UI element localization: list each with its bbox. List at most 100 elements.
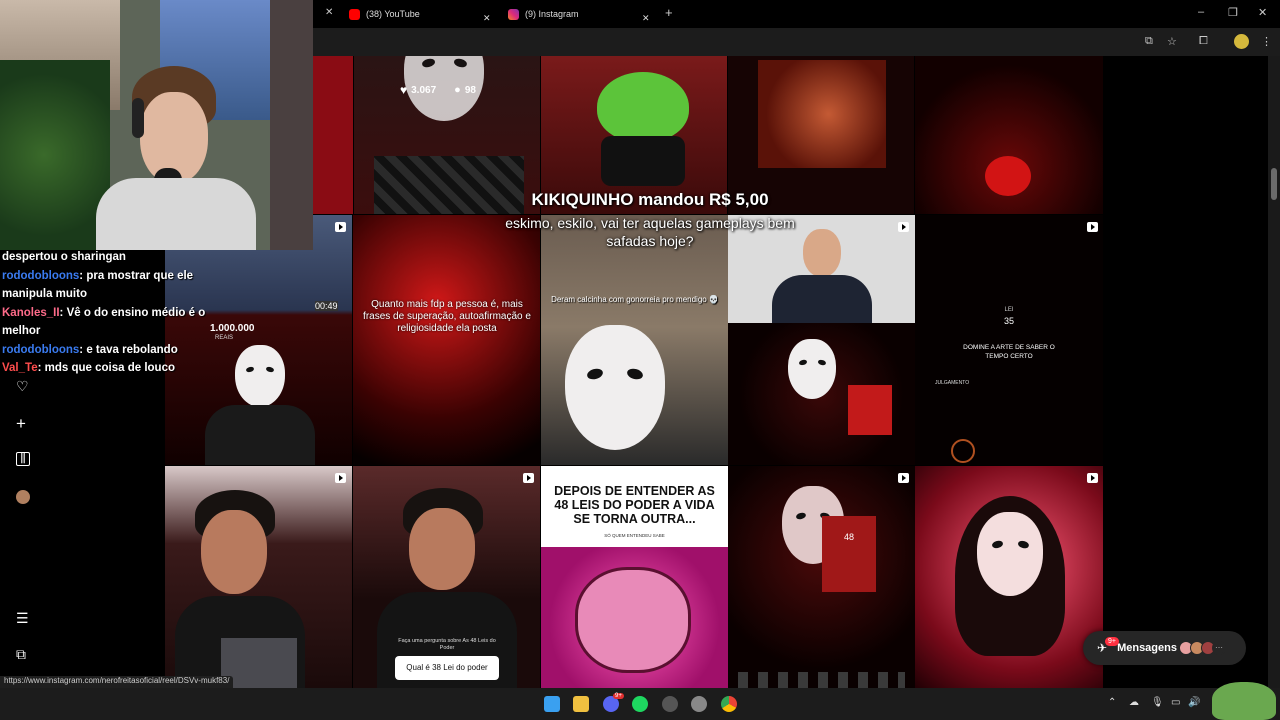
chat-message: Val_Te: mds que coisa de louco [2, 362, 175, 374]
donation-message: eskimo, eskilo, vai ter aquelas gameplay… [505, 215, 795, 249]
messages-button[interactable]: ✈ 9+ Mensagens ⋯ [1083, 631, 1246, 665]
donation-alert: KIKIQUINHO mandou R$ 5,00 eskimo, eskilo… [500, 190, 800, 250]
streamer-webcam [0, 0, 313, 250]
new-tab-button[interactable]: + [665, 5, 673, 20]
notifications-heart-icon[interactable]: ♡ [16, 378, 29, 395]
man-face [409, 508, 475, 590]
headline-text: DEPOIS DE ENTENDER AS 48 LEIS DO PODER A… [554, 484, 715, 526]
grid-post[interactable] [915, 56, 1103, 214]
tab-instagram[interactable]: (9) Instagram [508, 4, 579, 24]
close-tab-icon[interactable]: ✕ [325, 7, 333, 18]
heart-icon: ♥ [400, 83, 408, 97]
time-label: 00:49 [315, 301, 338, 311]
close-window-button[interactable]: ✕ [1258, 6, 1267, 19]
clock-image [951, 439, 975, 463]
more-menu-icon[interactable]: ☰ [16, 610, 29, 627]
grid-post[interactable] [728, 215, 915, 465]
windows-taskbar: 9+ ⌃ ☁ 🎙 ▭ 🔊 [0, 688, 1280, 720]
pepe-body [601, 136, 685, 186]
pig-image [541, 547, 728, 688]
chat-text: mds que coisa de louco [44, 362, 175, 374]
chat-text: despertou o sharingan [2, 251, 126, 263]
grid-post[interactable]: LEI 35 DOMINE A ARTE DE SABER O TEMPO CE… [915, 215, 1103, 465]
meme-caption: Deram calcinha com gonorreia pro mendigo… [551, 295, 719, 304]
grid-post[interactable] [165, 466, 352, 688]
tab-youtube-label: (38) YouTube [366, 9, 420, 19]
close-instagram-tab-icon[interactable]: ✕ [642, 8, 650, 28]
question-prompt: Faça uma pergunta sobre As 48 Leis do Po… [398, 638, 496, 651]
chat-message: Kanoles_II: Vê o do ensino médio é o mel… [2, 306, 206, 338]
reel-icon [1087, 222, 1098, 232]
grid-post[interactable]: Deram calcinha com gonorreia pro mendigo… [541, 215, 728, 465]
also-from-meta-icon[interactable]: ⧉ [16, 646, 26, 663]
grid-post[interactable]: 48 [728, 466, 915, 688]
chess-pieces [738, 672, 905, 688]
chat-text: e tava rebolando [86, 343, 178, 356]
chrome-icon[interactable] [721, 696, 737, 712]
browser-menu-icon[interactable]: ⋮ [1261, 35, 1272, 48]
wolf-image [758, 60, 886, 168]
discord-badge: 9+ [613, 693, 624, 699]
file-explorer-icon[interactable] [573, 696, 589, 712]
grid-post[interactable] [313, 56, 353, 214]
person-body [205, 405, 315, 465]
mask-image [977, 512, 1043, 596]
scrollbar-thumb[interactable] [1271, 168, 1277, 200]
install-app-icon[interactable]: ⧉ [1145, 35, 1153, 48]
man-face [803, 229, 841, 277]
book-image: 48 [822, 516, 876, 592]
windows-start-icon[interactable] [544, 696, 560, 712]
streamer-shirt [96, 178, 256, 250]
page-scrollbar[interactable] [1268, 56, 1280, 688]
plant-image [0, 60, 110, 250]
extensions-icon[interactable]: ⧠ [1199, 35, 1208, 48]
post-stats: ♥ 3.067 ● 98 [400, 83, 476, 97]
volume-icon[interactable]: 🔊 [1188, 697, 1200, 708]
question-answer-box: Qual é 38 Lei do poder [395, 656, 499, 680]
grid-post[interactable]: DEPOIS DE ENTENDER AS 48 LEIS DO PODER A… [541, 466, 728, 688]
grid-post[interactable]: Faça uma pergunta sobre As 48 Leis do Po… [353, 466, 540, 688]
shelf-image [270, 0, 313, 250]
tab-youtube[interactable]: (38) YouTube [349, 4, 420, 24]
reel-icon [898, 473, 909, 483]
quote-text: Quanto mais fdp a pessoa é, mais frases … [363, 299, 531, 334]
onedrive-icon[interactable]: ☁ [1129, 697, 1139, 708]
close-youtube-tab-icon[interactable]: ✕ [483, 8, 491, 28]
youtube-icon [349, 8, 360, 20]
lei-body-heading: JULGAMENTO [935, 380, 970, 386]
chat-username: rododobloons [2, 269, 80, 282]
chat-message: rododobloons: pra mostrar que ele manipu… [2, 269, 194, 301]
microphone-icon[interactable]: 🎙 [1151, 697, 1164, 708]
tray-chevron-icon[interactable]: ⌃ [1108, 697, 1116, 708]
chat-username: Val_Te [2, 362, 38, 374]
chat-username: rododobloons [2, 343, 80, 356]
grid-post[interactable] [915, 466, 1103, 688]
dashboard-icon[interactable]: ⫼ [16, 452, 30, 466]
pig-face [575, 567, 691, 673]
profile-avatar[interactable] [16, 490, 30, 504]
minimize-button[interactable]: – [1198, 6, 1204, 18]
pepe-emote-overlay [1212, 682, 1276, 720]
create-plus-icon[interactable]: + [16, 414, 26, 434]
suit-image [772, 275, 872, 323]
headline-subtitle: SÓ QUEM ENTENDEU SABE [604, 533, 665, 538]
profile-avatar[interactable] [1234, 34, 1249, 49]
restore-button[interactable]: ❐ [1228, 6, 1238, 19]
reel-icon [523, 473, 534, 483]
browser-tab-bar: ✕ (38) YouTube ✕ (9) Instagram ✕ + – ❐ ✕ [313, 0, 1280, 28]
reel-icon [898, 222, 909, 232]
grid-post[interactable]: Quanto mais fdp a pessoa é, mais frases … [353, 215, 540, 465]
reel-icon [335, 473, 346, 483]
address-bar: ⧉ ☆ ⧠ ⋮ [313, 28, 1280, 56]
status-url: https://www.instagram.com/nerofreitasofi… [0, 676, 234, 688]
network-icon[interactable]: ▭ [1171, 697, 1180, 708]
lei-label: LEI [1004, 307, 1014, 313]
app-icon[interactable] [691, 696, 707, 712]
more-avatars-icon: ⋯ [1212, 641, 1226, 655]
reel-icon [1087, 473, 1098, 483]
spotify-icon[interactable] [632, 696, 648, 712]
obs-icon[interactable] [662, 696, 678, 712]
bookmark-star-icon[interactable]: ☆ [1167, 35, 1177, 48]
headphones [132, 98, 144, 138]
book-image [848, 385, 892, 435]
